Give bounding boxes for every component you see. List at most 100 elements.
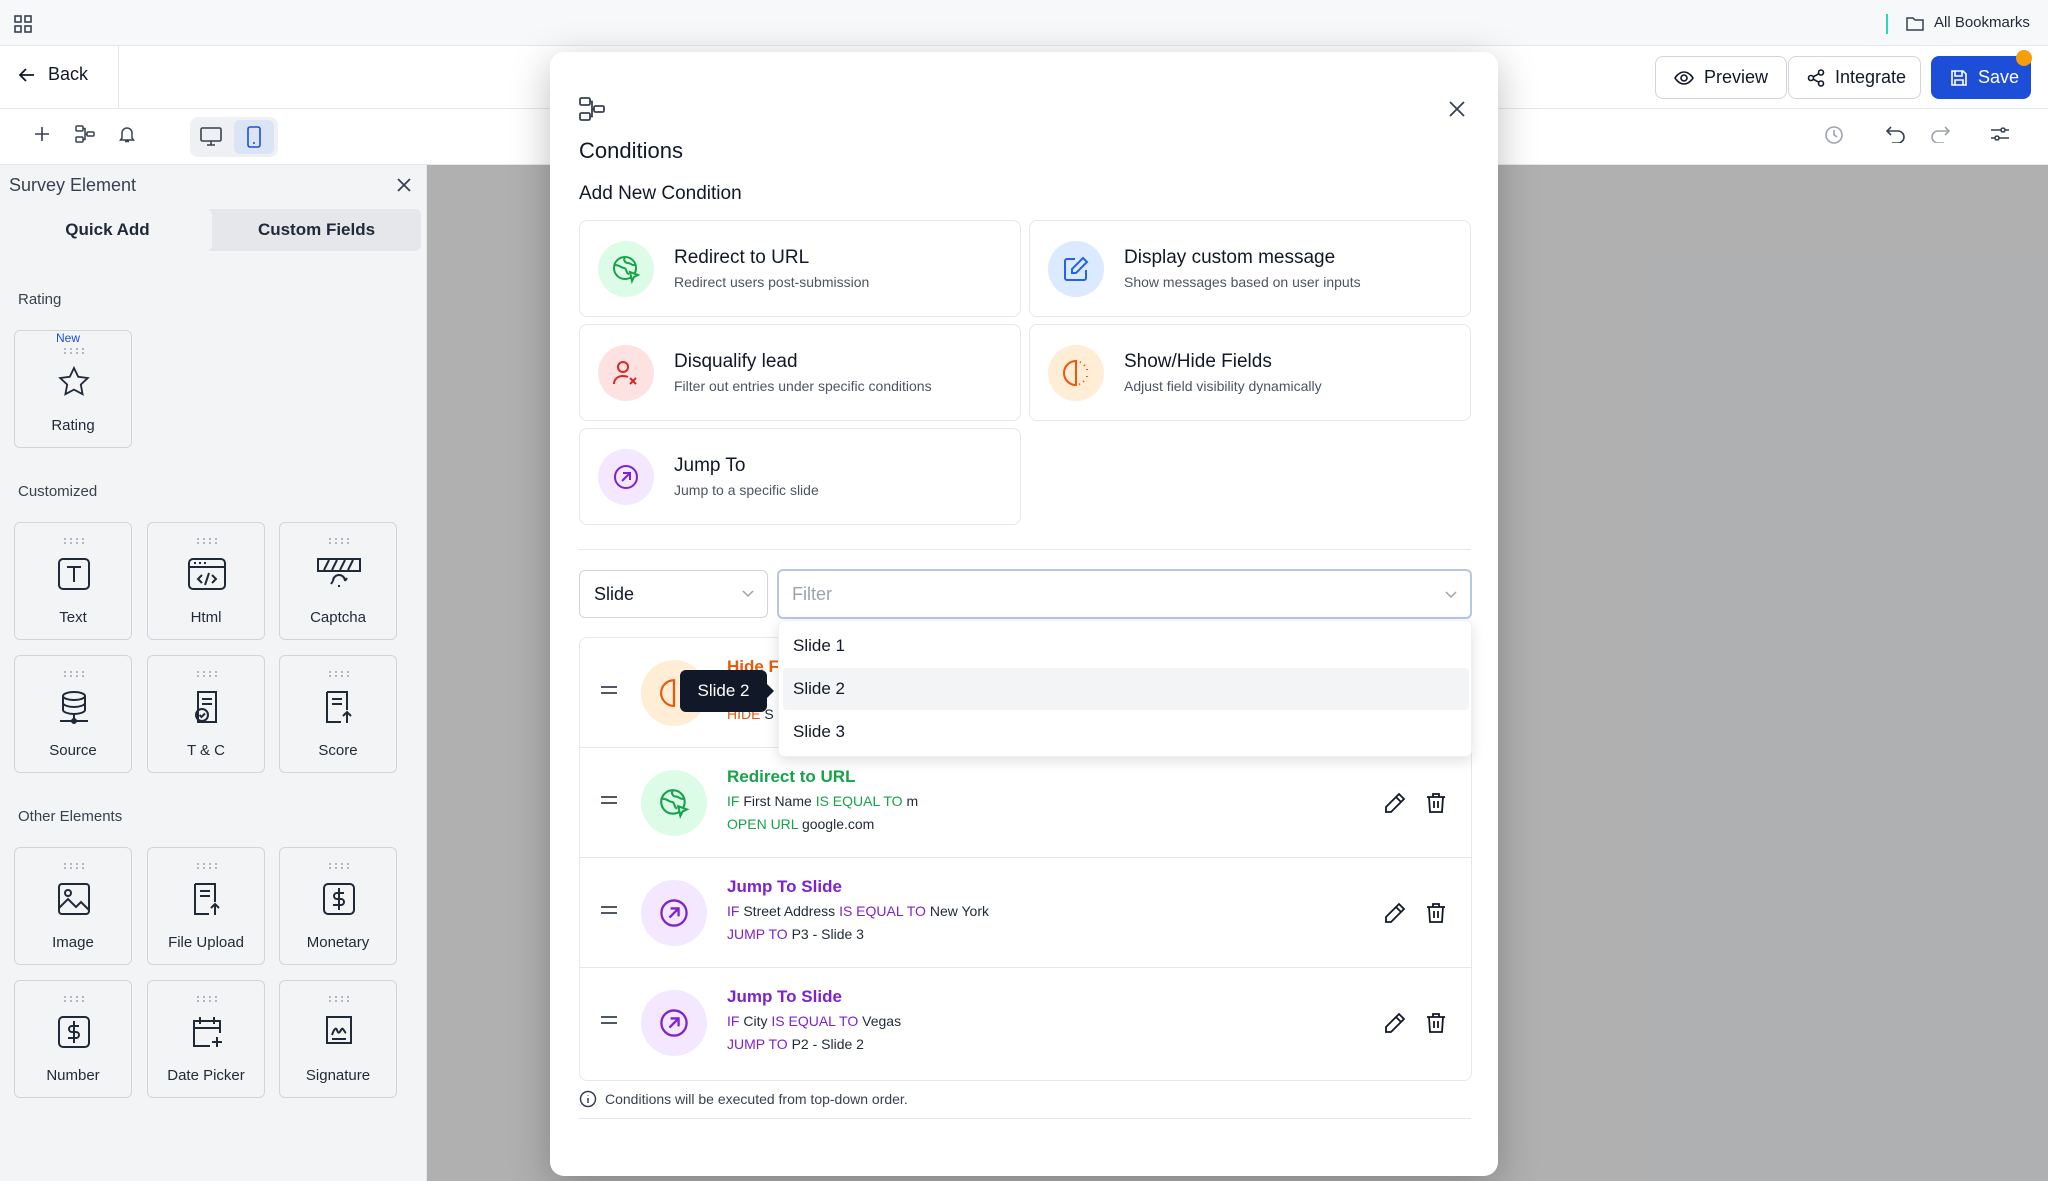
edit-pencil-icon[interactable] bbox=[1384, 1012, 1406, 1034]
tab-quick-add[interactable]: Quick Add bbox=[3, 209, 212, 251]
edit-pencil-icon[interactable] bbox=[1384, 792, 1406, 814]
section-other: Other Elements bbox=[18, 808, 123, 825]
drag-handle bbox=[195, 670, 219, 678]
globe-pointer-icon bbox=[641, 770, 707, 836]
row-condition: IF Street Address IS EQUAL TO New York bbox=[727, 903, 989, 919]
row-title: Redirect to URL bbox=[727, 767, 856, 786]
integrate-button[interactable]: Integrate bbox=[1788, 56, 1921, 99]
dropdown-option-slide-2[interactable]: Slide 2 bbox=[783, 668, 1469, 710]
info-icon bbox=[579, 1090, 597, 1108]
delete-trash-icon[interactable] bbox=[1426, 902, 1446, 924]
condition-type-select[interactable]: Slide bbox=[579, 570, 768, 618]
edit-pencil-icon[interactable] bbox=[1384, 902, 1406, 924]
arrow-circle-icon bbox=[641, 880, 707, 946]
row-condition: IF City IS EQUAL TO Vegas bbox=[727, 1013, 901, 1029]
tile-label: File Upload bbox=[168, 934, 244, 951]
tile-source[interactable]: Source bbox=[14, 655, 132, 773]
drag-handle bbox=[62, 995, 86, 1003]
tile-label: Source bbox=[49, 742, 97, 759]
condition-row[interactable]: Redirect to URL IF First Name IS EQUAL T… bbox=[580, 748, 1471, 858]
eye-icon bbox=[1674, 70, 1694, 86]
card-show-hide-fields[interactable]: Show/Hide Fields Adjust field visibility… bbox=[1029, 324, 1471, 421]
add-icon[interactable] bbox=[33, 125, 51, 143]
row-condition: IF First Name IS EQUAL TO m bbox=[727, 793, 918, 809]
tile-file-upload[interactable]: File Upload bbox=[147, 847, 265, 965]
section-rating: Rating bbox=[18, 291, 62, 308]
signature-icon bbox=[322, 1015, 356, 1051]
redo-icon[interactable] bbox=[1930, 125, 1950, 143]
all-bookmarks-button[interactable]: All Bookmarks bbox=[1906, 14, 2030, 31]
card-desc: Show messages based on user inputs bbox=[1124, 274, 1361, 290]
tile-label: Text bbox=[59, 609, 87, 626]
field-name: First Name bbox=[743, 793, 812, 809]
card-title: Jump To bbox=[674, 455, 746, 476]
drag-grip-icon[interactable] bbox=[600, 1014, 618, 1026]
drag-handle bbox=[327, 670, 351, 678]
card-jump-to[interactable]: Jump To Jump to a specific slide bbox=[579, 428, 1021, 525]
dropdown-option-slide-3[interactable]: Slide 3 bbox=[783, 711, 1469, 753]
tile-number[interactable]: Number bbox=[14, 980, 132, 1098]
drag-grip-icon[interactable] bbox=[600, 904, 618, 916]
tile-label: Date Picker bbox=[167, 1067, 245, 1084]
condition-value: Vegas bbox=[862, 1013, 902, 1029]
drag-grip-icon[interactable] bbox=[600, 684, 618, 696]
tile-label: Html bbox=[190, 609, 222, 626]
modal-title: Conditions bbox=[579, 138, 683, 163]
option-tooltip: Slide 2 bbox=[680, 670, 774, 712]
tab-custom-fields[interactable]: Custom Fields bbox=[212, 209, 421, 251]
tile-image[interactable]: Image bbox=[14, 847, 132, 965]
tile-text[interactable]: Text bbox=[14, 522, 132, 640]
bell-icon[interactable] bbox=[118, 125, 136, 143]
tile-date-picker[interactable]: Date Picker bbox=[147, 980, 265, 1098]
drag-handle bbox=[195, 862, 219, 870]
filter-select[interactable]: Filter bbox=[777, 569, 1472, 619]
keyword-action: JUMP TO bbox=[727, 1036, 788, 1052]
database-icon bbox=[57, 690, 91, 726]
preview-button[interactable]: Preview bbox=[1655, 56, 1787, 99]
condition-row[interactable]: Jump To Slide IF Street Address IS EQUAL… bbox=[580, 858, 1471, 968]
undo-icon[interactable] bbox=[1886, 125, 1906, 143]
tile-tandc[interactable]: T & C bbox=[147, 655, 265, 773]
drag-handle bbox=[195, 995, 219, 1003]
delete-trash-icon[interactable] bbox=[1426, 792, 1446, 814]
half-circle-icon bbox=[1048, 345, 1104, 401]
tile-rating[interactable]: New Rating bbox=[14, 330, 132, 448]
settings-sliders-icon[interactable] bbox=[1990, 125, 2010, 143]
tile-score[interactable]: Score bbox=[279, 655, 397, 773]
tile-signature[interactable]: Signature bbox=[279, 980, 397, 1098]
condition-row[interactable]: Jump To Slide IF City IS EQUAL TO Vegas … bbox=[580, 968, 1471, 1078]
arrow-left-icon bbox=[18, 66, 36, 84]
action-value: P2 - Slide 2 bbox=[791, 1036, 864, 1052]
filter-dropdown-menu: Slide 1 Slide 2 Slide 3 bbox=[778, 620, 1472, 757]
modal-close-icon[interactable] bbox=[1448, 100, 1466, 118]
card-disqualify-lead[interactable]: Disqualify lead Filter out entries under… bbox=[579, 324, 1021, 421]
number-dollar-icon bbox=[57, 1015, 91, 1049]
footnote-text: Conditions will be executed from top-dow… bbox=[605, 1091, 908, 1107]
mobile-icon[interactable] bbox=[246, 126, 262, 148]
desktop-icon[interactable] bbox=[200, 127, 222, 147]
drag-handle bbox=[195, 537, 219, 545]
header-divider bbox=[118, 46, 119, 109]
divider bbox=[579, 1118, 1471, 1119]
back-label: Back bbox=[48, 64, 89, 84]
card-desc: Redirect users post-submission bbox=[674, 274, 870, 290]
card-title: Redirect to URL bbox=[674, 247, 810, 268]
row-action: JUMP TO P2 - Slide 2 bbox=[727, 1036, 864, 1052]
close-icon[interactable] bbox=[396, 177, 412, 193]
tile-html[interactable]: Html bbox=[147, 522, 265, 640]
action-value: P3 - Slide 3 bbox=[791, 926, 864, 942]
tile-label: Number bbox=[46, 1067, 100, 1084]
drag-grip-icon[interactable] bbox=[600, 794, 618, 806]
history-icon[interactable] bbox=[1824, 125, 1844, 145]
delete-trash-icon[interactable] bbox=[1426, 1012, 1446, 1034]
order-note: Conditions will be executed from top-dow… bbox=[579, 1090, 908, 1108]
back-button[interactable]: Back bbox=[18, 64, 88, 85]
tile-monetary[interactable]: Monetary bbox=[279, 847, 397, 965]
dropdown-option-slide-1[interactable]: Slide 1 bbox=[783, 625, 1469, 667]
apps-grid-icon[interactable] bbox=[14, 15, 32, 33]
conditions-icon[interactable] bbox=[75, 125, 95, 143]
card-display-message[interactable]: Display custom message Show messages bas… bbox=[1029, 220, 1471, 317]
tile-captcha[interactable]: Captcha bbox=[279, 522, 397, 640]
card-redirect-url[interactable]: Redirect to URL Redirect users post-subm… bbox=[579, 220, 1021, 317]
save-button[interactable]: Save bbox=[1931, 56, 2031, 99]
